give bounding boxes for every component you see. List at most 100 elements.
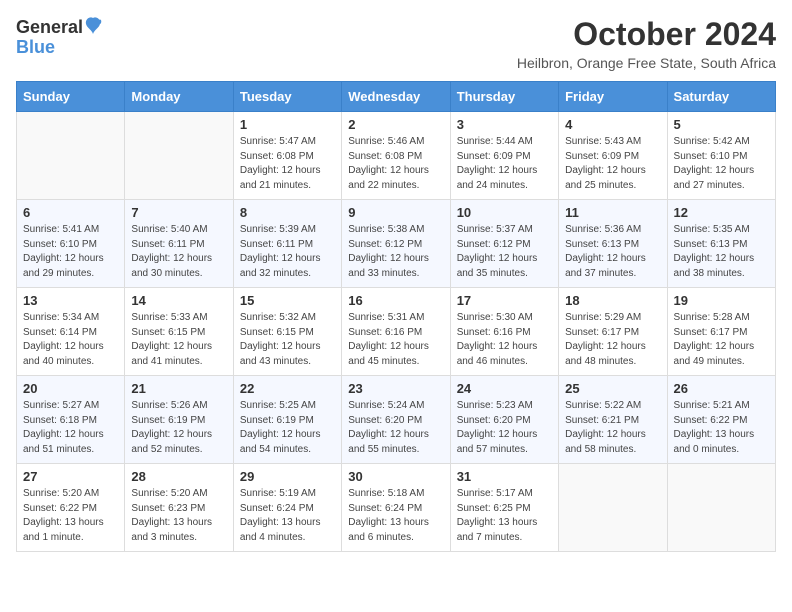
calendar-week-row: 20 Sunrise: 5:27 AMSunset: 6:18 PMDayligh…	[17, 376, 776, 464]
header-friday: Friday	[559, 82, 667, 112]
calendar-cell: 6 Sunrise: 5:41 AMSunset: 6:10 PMDaylight…	[17, 200, 125, 288]
calendar-cell: 20 Sunrise: 5:27 AMSunset: 6:18 PMDayligh…	[17, 376, 125, 464]
day-number: 5	[674, 117, 769, 132]
day-number: 26	[674, 381, 769, 396]
calendar-cell: 23 Sunrise: 5:24 AMSunset: 6:20 PMDayligh…	[342, 376, 450, 464]
day-number: 1	[240, 117, 335, 132]
header-monday: Monday	[125, 82, 233, 112]
day-sun-info: Sunrise: 5:33 AMSunset: 6:15 PMDaylight:…	[131, 311, 226, 369]
day-number: 2	[348, 117, 443, 132]
calendar-week-row: 1 Sunrise: 5:47 AMSunset: 6:08 PMDaylight…	[17, 112, 776, 200]
day-sun-info: Sunrise: 5:43 AMSunset: 6:09 PMDaylight:…	[565, 135, 660, 193]
day-sun-info: Sunrise: 5:35 AMSunset: 6:13 PMDaylight:…	[674, 223, 769, 281]
day-sun-info: Sunrise: 5:18 AMSunset: 6:24 PMDaylight:…	[348, 487, 443, 545]
day-number: 21	[131, 381, 226, 396]
day-sun-info: Sunrise: 5:32 AMSunset: 6:15 PMDaylight:…	[240, 311, 335, 369]
day-sun-info: Sunrise: 5:47 AMSunset: 6:08 PMDaylight:…	[240, 135, 335, 193]
day-number: 24	[457, 381, 552, 396]
page-header: General Blue October 2024 Heilbron, Oran…	[16, 16, 776, 71]
day-sun-info: Sunrise: 5:20 AMSunset: 6:23 PMDaylight:…	[131, 487, 226, 545]
day-sun-info: Sunrise: 5:46 AMSunset: 6:08 PMDaylight:…	[348, 135, 443, 193]
day-number: 10	[457, 205, 552, 220]
day-number: 13	[23, 293, 118, 308]
calendar-cell: 27 Sunrise: 5:20 AMSunset: 6:22 PMDayligh…	[17, 464, 125, 552]
day-number: 4	[565, 117, 660, 132]
calendar-cell: 13Sunrise: 5:34 AMSunset: 6:14 PMDayligh…	[17, 288, 125, 376]
calendar-cell: 17Sunrise: 5:30 AMSunset: 6:16 PMDayligh…	[450, 288, 558, 376]
day-number: 22	[240, 381, 335, 396]
day-sun-info: Sunrise: 5:24 AMSunset: 6:20 PMDaylight:…	[348, 399, 443, 457]
day-number: 20	[23, 381, 118, 396]
calendar-cell: 24 Sunrise: 5:23 AMSunset: 6:20 PMDayligh…	[450, 376, 558, 464]
day-sun-info: Sunrise: 5:39 AMSunset: 6:11 PMDaylight:…	[240, 223, 335, 281]
header-thursday: Thursday	[450, 82, 558, 112]
logo-general-text: General	[16, 18, 83, 36]
header-sunday: Sunday	[17, 82, 125, 112]
day-number: 27	[23, 469, 118, 484]
calendar-cell	[17, 112, 125, 200]
day-sun-info: Sunrise: 5:19 AMSunset: 6:24 PMDaylight:…	[240, 487, 335, 545]
calendar-cell: 25Sunrise: 5:22 AMSunset: 6:21 PMDayligh…	[559, 376, 667, 464]
calendar-cell	[667, 464, 775, 552]
calendar-cell: 5Sunrise: 5:42 AMSunset: 6:10 PMDaylight…	[667, 112, 775, 200]
header-wednesday: Wednesday	[342, 82, 450, 112]
day-number: 12	[674, 205, 769, 220]
calendar-cell: 9 Sunrise: 5:38 AMSunset: 6:12 PMDaylight…	[342, 200, 450, 288]
calendar-cell: 28 Sunrise: 5:20 AMSunset: 6:23 PMDayligh…	[125, 464, 233, 552]
day-sun-info: Sunrise: 5:27 AMSunset: 6:18 PMDaylight:…	[23, 399, 118, 457]
calendar-cell: 8 Sunrise: 5:39 AMSunset: 6:11 PMDaylight…	[233, 200, 341, 288]
day-sun-info: Sunrise: 5:20 AMSunset: 6:22 PMDaylight:…	[23, 487, 118, 545]
day-number: 16	[348, 293, 443, 308]
day-sun-info: Sunrise: 5:25 AMSunset: 6:19 PMDaylight:…	[240, 399, 335, 457]
day-number: 18	[565, 293, 660, 308]
day-sun-info: Sunrise: 5:26 AMSunset: 6:19 PMDaylight:…	[131, 399, 226, 457]
calendar-cell: 18 Sunrise: 5:29 AMSunset: 6:17 PMDayligh…	[559, 288, 667, 376]
day-number: 30	[348, 469, 443, 484]
calendar-cell: 29 Sunrise: 5:19 AMSunset: 6:24 PMDayligh…	[233, 464, 341, 552]
day-sun-info: Sunrise: 5:44 AMSunset: 6:09 PMDaylight:…	[457, 135, 552, 193]
calendar-cell: 16Sunrise: 5:31 AMSunset: 6:16 PMDayligh…	[342, 288, 450, 376]
calendar-cell: 12 Sunrise: 5:35 AMSunset: 6:13 PMDayligh…	[667, 200, 775, 288]
day-sun-info: Sunrise: 5:23 AMSunset: 6:20 PMDaylight:…	[457, 399, 552, 457]
day-sun-info: Sunrise: 5:28 AMSunset: 6:17 PMDaylight:…	[674, 311, 769, 369]
calendar-week-row: 27 Sunrise: 5:20 AMSunset: 6:22 PMDayligh…	[17, 464, 776, 552]
day-number: 28	[131, 469, 226, 484]
calendar-cell: 21 Sunrise: 5:26 AMSunset: 6:19 PMDayligh…	[125, 376, 233, 464]
day-sun-info: Sunrise: 5:17 AMSunset: 6:25 PMDaylight:…	[457, 487, 552, 545]
day-number: 29	[240, 469, 335, 484]
calendar-cell: 26 Sunrise: 5:21 AMSunset: 6:22 PMDayligh…	[667, 376, 775, 464]
title-area: October 2024 Heilbron, Orange Free State…	[517, 16, 776, 71]
day-number: 19	[674, 293, 769, 308]
day-number: 6	[23, 205, 118, 220]
header-tuesday: Tuesday	[233, 82, 341, 112]
day-sun-info: Sunrise: 5:38 AMSunset: 6:12 PMDaylight:…	[348, 223, 443, 281]
calendar-cell: 4 Sunrise: 5:43 AMSunset: 6:09 PMDaylight…	[559, 112, 667, 200]
day-number: 11	[565, 205, 660, 220]
day-sun-info: Sunrise: 5:40 AMSunset: 6:11 PMDaylight:…	[131, 223, 226, 281]
day-sun-info: Sunrise: 5:30 AMSunset: 6:16 PMDaylight:…	[457, 311, 552, 369]
day-sun-info: Sunrise: 5:37 AMSunset: 6:12 PMDaylight:…	[457, 223, 552, 281]
day-sun-info: Sunrise: 5:36 AMSunset: 6:13 PMDaylight:…	[565, 223, 660, 281]
day-sun-info: Sunrise: 5:29 AMSunset: 6:17 PMDaylight:…	[565, 311, 660, 369]
calendar-cell: 2 Sunrise: 5:46 AMSunset: 6:08 PMDaylight…	[342, 112, 450, 200]
day-sun-info: Sunrise: 5:41 AMSunset: 6:10 PMDaylight:…	[23, 223, 118, 281]
calendar-cell: 30 Sunrise: 5:18 AMSunset: 6:24 PMDayligh…	[342, 464, 450, 552]
calendar-cell: 19 Sunrise: 5:28 AMSunset: 6:17 PMDayligh…	[667, 288, 775, 376]
day-number: 9	[348, 205, 443, 220]
calendar-cell: 3 Sunrise: 5:44 AMSunset: 6:09 PMDaylight…	[450, 112, 558, 200]
calendar-cell: 10 Sunrise: 5:37 AMSunset: 6:12 PMDayligh…	[450, 200, 558, 288]
header-saturday: Saturday	[667, 82, 775, 112]
calendar-cell: 14 Sunrise: 5:33 AMSunset: 6:15 PMDayligh…	[125, 288, 233, 376]
day-number: 8	[240, 205, 335, 220]
day-sun-info: Sunrise: 5:22 AMSunset: 6:21 PMDaylight:…	[565, 399, 660, 457]
day-number: 23	[348, 381, 443, 396]
calendar-cell: 31Sunrise: 5:17 AMSunset: 6:25 PMDayligh…	[450, 464, 558, 552]
day-number: 15	[240, 293, 335, 308]
logo: General Blue	[16, 16, 102, 58]
day-number: 14	[131, 293, 226, 308]
calendar-cell	[125, 112, 233, 200]
logo-bird-icon	[84, 16, 102, 38]
day-sun-info: Sunrise: 5:21 AMSunset: 6:22 PMDaylight:…	[674, 399, 769, 457]
calendar-week-row: 6 Sunrise: 5:41 AMSunset: 6:10 PMDaylight…	[17, 200, 776, 288]
day-number: 3	[457, 117, 552, 132]
